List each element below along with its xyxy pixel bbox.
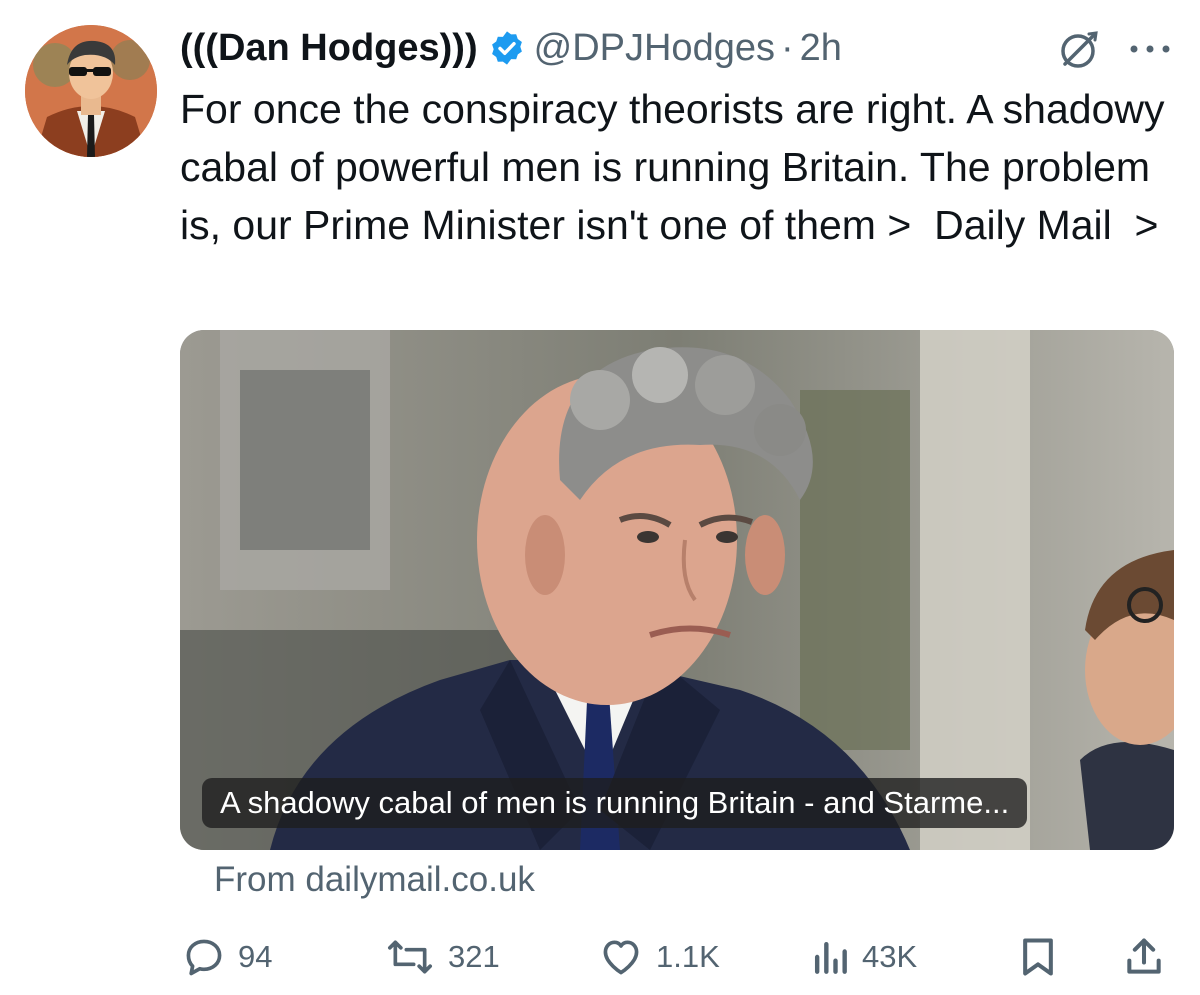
tweet-text: For once the conspiracy theorists are ri…: [180, 80, 1190, 254]
reply-button[interactable]: 94: [182, 925, 272, 989]
card-photo: [180, 330, 1174, 850]
view-count: 43K: [862, 939, 918, 974]
heart-icon: [598, 935, 644, 979]
tweet-header: (((Dan Hodges))) @DPJHodges · 2h: [180, 18, 842, 78]
card-source[interactable]: From dailymail.co.uk: [214, 860, 535, 900]
repost-count: 321: [448, 939, 500, 974]
like-button[interactable]: 1.1K: [598, 925, 720, 989]
separator-dot: ·: [780, 26, 794, 69]
share-icon: [1122, 935, 1166, 979]
timestamp[interactable]: 2h: [800, 27, 842, 70]
link-card[interactable]: A shadowy cabal of men is running Britai…: [180, 330, 1174, 850]
like-count: 1.1K: [656, 939, 720, 974]
verified-badge-icon: [488, 29, 526, 67]
bookmark-icon: [1018, 935, 1058, 979]
share-button[interactable]: [1122, 925, 1166, 989]
views-chart-icon: [810, 935, 850, 979]
avatar[interactable]: [25, 25, 157, 157]
views-button[interactable]: 43K: [810, 925, 917, 989]
author-name[interactable]: (((Dan Hodges))): [180, 27, 478, 70]
card-caption: A shadowy cabal of men is running Britai…: [202, 778, 1028, 828]
bookmark-button[interactable]: [1018, 925, 1058, 989]
reply-count: 94: [238, 939, 273, 974]
action-bar: 94 321 1.1K 43K: [0, 925, 1200, 989]
reply-icon: [182, 935, 226, 979]
author-handle[interactable]: @DPJHodges: [534, 27, 775, 70]
repost-icon: [384, 935, 436, 979]
repost-button[interactable]: 321: [384, 925, 500, 989]
more-dots-icon[interactable]: [1128, 42, 1172, 54]
tweet-link-tail[interactable]: > Daily Mail >: [876, 202, 1158, 248]
grok-icon[interactable]: [1055, 26, 1103, 74]
